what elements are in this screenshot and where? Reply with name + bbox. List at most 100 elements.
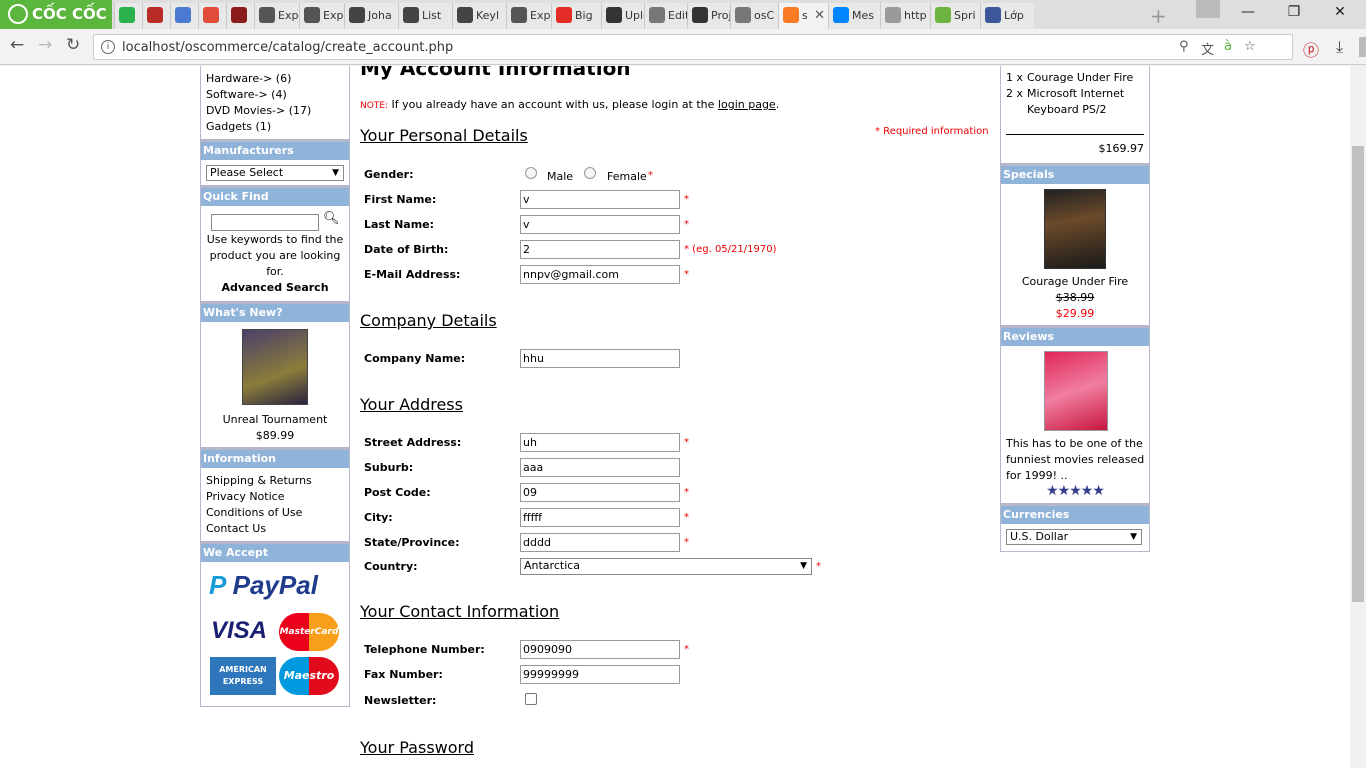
tool-icon[interactable]: ⚲ xyxy=(1179,39,1189,54)
cart-list: 1 x Courage Under Fire 2 x Microsoft Intern… xyxy=(1001,66,1149,118)
back-arrow-icon[interactable]: ← xyxy=(10,35,24,55)
category-link[interactable]: Software-> (4) xyxy=(201,87,349,103)
close-tab-icon[interactable]: ✕ xyxy=(814,3,825,29)
bookmark-star-icon[interactable]: ☆ xyxy=(1244,39,1256,54)
browser-tab[interactable] xyxy=(142,3,170,29)
suburb-input[interactable]: aaa xyxy=(520,458,680,477)
minimize-button[interactable]: — xyxy=(1228,4,1268,20)
browser-tab[interactable]: Keyl xyxy=(452,3,506,29)
browser-tab[interactable]: http xyxy=(880,3,930,29)
quickfind-input[interactable] xyxy=(211,214,319,231)
courage-under-fire-image[interactable] xyxy=(1044,189,1106,269)
translate-icon[interactable]: 文 xyxy=(1201,39,1214,58)
browser-tab[interactable]: List xyxy=(398,3,452,29)
manufacturers-select[interactable]: Please Select ▼ xyxy=(206,165,344,181)
browser-tab[interactable]: Expr xyxy=(506,3,551,29)
browser-brand[interactable]: CỐC CỐC xyxy=(0,0,112,29)
email-input[interactable]: nnpv@gmail.com xyxy=(520,265,680,284)
feedly-icon xyxy=(119,7,135,23)
information-link[interactable]: Contact Us xyxy=(201,521,349,537)
country-select-value: Antarctica xyxy=(524,559,581,572)
fax-input[interactable]: 99999999 xyxy=(520,665,680,684)
state-input[interactable]: dddd xyxy=(520,533,680,552)
login-page-link[interactable]: login page xyxy=(718,98,776,111)
page-title: My Account Information xyxy=(360,66,631,80)
category-link[interactable]: DVD Movies-> (17) xyxy=(201,103,349,119)
browser-tab[interactable]: Proj xyxy=(687,3,730,29)
close-window-button[interactable]: ✕ xyxy=(1320,4,1360,20)
browser-tab[interactable] xyxy=(226,3,254,29)
cart-item-qty: 2 x xyxy=(1006,87,1024,100)
browser-tab[interactable]: Lớp xyxy=(980,3,1034,29)
whatsnew-product-link[interactable]: Unreal Tournament xyxy=(201,412,349,428)
url-text[interactable]: localhost/oscommerce/catalog/create_acco… xyxy=(122,40,453,55)
currencies-box: Currencies U.S. Dollar ▼ xyxy=(1000,504,1150,552)
information-link[interactable]: Shipping & Returns xyxy=(201,473,349,489)
lastname-required-star: * xyxy=(684,219,689,230)
information-link[interactable]: Privacy Notice xyxy=(201,489,349,505)
new-tab-plus-icon[interactable]: + xyxy=(1150,4,1167,28)
browser-tab[interactable]: s ✕ xyxy=(778,3,828,29)
edit-icon xyxy=(649,7,665,23)
specials-product-link[interactable]: Courage Under Fire xyxy=(1001,274,1149,290)
currency-select[interactable]: U.S. Dollar ▼ xyxy=(1006,529,1142,545)
reload-icon[interactable]: ↻ xyxy=(66,35,80,55)
vietnamese-input-icon[interactable]: à xyxy=(1224,39,1232,54)
tab-label: Expr xyxy=(323,9,344,22)
whatsnew-box: What's New? Unreal Tournament $89.99 xyxy=(200,302,350,448)
tab-label: Spri xyxy=(954,9,976,22)
tab-label: s xyxy=(802,9,808,22)
pinterest-icon[interactable]: ⓟ xyxy=(1303,37,1319,61)
gender-female-radio[interactable] xyxy=(584,167,596,179)
review-movie-image[interactable] xyxy=(1044,351,1108,431)
browser-tab[interactable]: Joha xyxy=(344,3,398,29)
browser-tab[interactable]: Mes xyxy=(828,3,880,29)
lastname-input[interactable]: v xyxy=(520,215,680,234)
street-input[interactable]: uh xyxy=(520,433,680,452)
browser-tab[interactable]: Edit xyxy=(644,3,687,29)
page-scrollbar[interactable] xyxy=(1350,66,1366,768)
address-bar[interactable]: i localhost/oscommerce/catalog/create_ac… xyxy=(93,34,1366,60)
company-input[interactable]: hhu xyxy=(520,349,680,368)
advanced-search-link[interactable]: Advanced Search xyxy=(201,280,349,296)
city-input[interactable]: fffff xyxy=(520,508,680,527)
info-icon[interactable]: i xyxy=(101,40,115,54)
gender-male-radio[interactable] xyxy=(525,167,537,179)
cart-item-name[interactable]: Microsoft Internet Keyboard PS/2 xyxy=(1027,86,1145,118)
information-link[interactable]: Conditions of Use xyxy=(201,505,349,521)
review-text[interactable]: This has to be one of the funniest movie… xyxy=(1006,436,1146,484)
search-icon[interactable]: 🔍︎ xyxy=(323,211,340,226)
wikipedia-icon xyxy=(403,7,419,23)
category-link[interactable]: Hardware-> (6) xyxy=(201,71,349,87)
cart-item-name[interactable]: Courage Under Fire xyxy=(1027,70,1145,86)
newsletter-checkbox[interactable] xyxy=(525,693,537,705)
tab-label: http xyxy=(904,9,927,22)
download-arrow-icon[interactable]: ↓ xyxy=(1359,37,1366,57)
firstname-input[interactable]: v xyxy=(520,190,680,209)
browser-tab[interactable] xyxy=(198,3,226,29)
scrollbar-thumb[interactable] xyxy=(1352,146,1364,602)
browser-tab[interactable] xyxy=(114,3,142,29)
country-select[interactable]: Antarctica ▼ xyxy=(520,558,812,575)
newsletter-label: Newsletter: xyxy=(364,694,437,707)
browser-tab[interactable] xyxy=(170,3,198,29)
unreal-tournament-image[interactable] xyxy=(242,329,308,405)
mastercard-logo: MasterCard xyxy=(279,613,339,651)
browser-tab[interactable]: Spri xyxy=(930,3,980,29)
browser-tab[interactable]: Big xyxy=(551,3,601,29)
tab-label: Mes xyxy=(852,9,874,22)
phone-input[interactable]: 0909090 xyxy=(520,640,680,659)
tab-label: Keyl xyxy=(476,9,499,22)
browser-tab[interactable]: osC xyxy=(730,3,778,29)
dob-input[interactable]: 2 xyxy=(520,240,680,259)
main-content: My Account Information NOTE: If you alre… xyxy=(355,66,995,768)
download-icon[interactable]: ⤓ xyxy=(1336,37,1343,57)
forward-arrow-icon[interactable]: → xyxy=(38,35,52,55)
maximize-button[interactable]: ❐ xyxy=(1274,4,1314,20)
browser-tab[interactable]: Expr xyxy=(299,3,344,29)
postcode-input[interactable]: 09 xyxy=(520,483,680,502)
browser-tab[interactable]: Uplo xyxy=(601,3,644,29)
category-link[interactable]: Gadgets (1) xyxy=(201,119,349,135)
profile-avatar-icon[interactable] xyxy=(1196,0,1220,18)
browser-tab[interactable]: Expr xyxy=(254,3,299,29)
